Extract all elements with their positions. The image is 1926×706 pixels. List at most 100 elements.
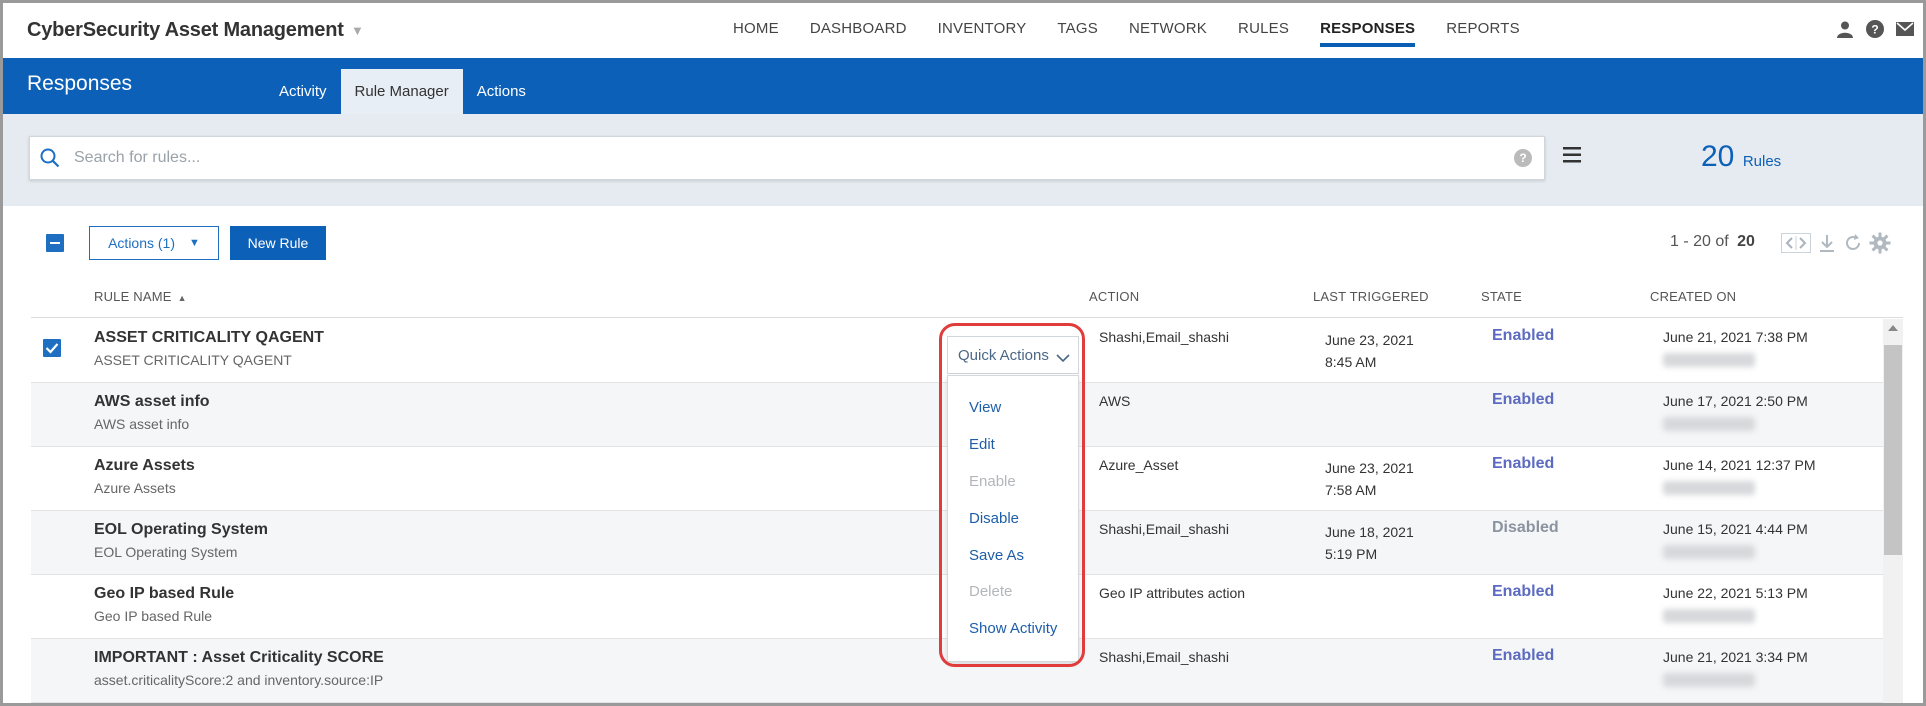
rule-action: Shashi,Email_shashi	[1099, 329, 1229, 345]
nav-reports[interactable]: REPORTS	[1446, 3, 1520, 58]
actions-dropdown-button[interactable]: Actions (1) ▼	[89, 226, 219, 260]
redacted-creator	[1663, 673, 1755, 687]
table-header: RULE NAME ▲ ACTION LAST TRIGGERED STATE C…	[31, 287, 1903, 318]
rules-count-label: Rules	[1742, 153, 1782, 170]
search-input[interactable]	[74, 137, 1474, 179]
column-rule-name[interactable]: RULE NAME ▲	[94, 289, 187, 304]
main-nav: HOME DASHBOARD INVENTORY TAGS NETWORK RU…	[733, 3, 1551, 58]
rule-state: Enabled	[1492, 455, 1555, 472]
rule-state: Enabled	[1492, 583, 1555, 600]
tab-actions[interactable]: Actions	[463, 69, 540, 114]
tab-rule-manager[interactable]: Rule Manager	[340, 69, 463, 114]
settings-gear-icon[interactable]	[1869, 232, 1891, 259]
rule-description: Azure Assets	[94, 480, 176, 496]
rule-action: Shashi,Email_shashi	[1099, 521, 1229, 537]
menu-item-disable[interactable]: Disable	[969, 510, 1019, 527]
redacted-creator	[1663, 545, 1755, 559]
rule-last-triggered: June 23, 2021 8:45 AM	[1325, 332, 1414, 370]
redacted-creator	[1663, 481, 1755, 495]
rule-description: Geo IP based Rule	[94, 608, 213, 624]
app-title: CyberSecurity Asset Management	[27, 19, 344, 41]
rule-state: Enabled	[1492, 391, 1555, 408]
pagination-range: 1 - 20 of	[1670, 233, 1729, 250]
app-switcher-caret-icon[interactable]: ▼	[351, 23, 364, 38]
menu-item-edit[interactable]: Edit	[969, 436, 995, 453]
section-header: Responses Activity Rule Manager Actions	[3, 58, 1923, 114]
column-action[interactable]: ACTION	[1089, 289, 1139, 304]
rule-last-triggered: June 18, 2021 5:19 PM	[1325, 524, 1414, 562]
nav-tags[interactable]: TAGS	[1057, 3, 1098, 58]
column-state[interactable]: STATE	[1481, 289, 1522, 304]
rule-description: asset.criticalityScore:2 and inventory.s…	[94, 672, 384, 688]
search-help-icon[interactable]: ?	[1514, 149, 1532, 167]
chevron-down-icon	[1056, 350, 1070, 367]
top-bar: CyberSecurity Asset Management ▼ HOME DA…	[3, 3, 1923, 58]
new-rule-button[interactable]: New Rule	[230, 226, 326, 260]
nav-responses[interactable]: RESPONSES	[1320, 3, 1416, 58]
rule-state: Disabled	[1492, 519, 1559, 536]
top-icons: ?	[1835, 19, 1915, 39]
rule-name[interactable]: ASSET CRITICALITY QAGENT	[94, 329, 324, 347]
nav-dashboard[interactable]: DASHBOARD	[810, 3, 907, 58]
rule-action: Shashi,Email_shashi	[1099, 649, 1229, 665]
tab-activity[interactable]: Activity	[265, 69, 341, 114]
search-box: ?	[29, 136, 1545, 180]
menu-item-delete: Delete	[969, 583, 1013, 600]
rule-created-on: June 21, 2021 3:34 PM	[1663, 649, 1808, 665]
rule-name[interactable]: AWS asset info	[94, 393, 210, 411]
refresh-icon[interactable]	[1843, 233, 1863, 258]
rule-action: Geo IP attributes action	[1099, 585, 1246, 601]
quick-actions-menu: View Edit Enable Disable Save As Delete …	[947, 375, 1079, 662]
vertical-scrollbar[interactable]	[1883, 319, 1903, 703]
app-window: CyberSecurity Asset Management ▼ HOME DA…	[0, 0, 1926, 706]
download-icon[interactable]	[1817, 233, 1837, 258]
nav-inventory[interactable]: INVENTORY	[938, 3, 1027, 58]
rules-count: 20 Rules	[1701, 140, 1781, 174]
nav-network[interactable]: NETWORK	[1129, 3, 1207, 58]
rules-count-number: 20	[1701, 140, 1735, 173]
page-nav-icon[interactable]	[1781, 233, 1811, 258]
column-last-triggered[interactable]: LAST TRIGGERED	[1313, 289, 1429, 304]
menu-item-enable: Enable	[969, 473, 1016, 490]
search-band: ? 20 Rules	[3, 114, 1923, 206]
rule-name[interactable]: IMPORTANT : Asset Criticality SCORE	[94, 649, 384, 667]
user-icon[interactable]	[1835, 19, 1855, 39]
menu-item-view[interactable]: View	[969, 399, 1001, 416]
help-icon[interactable]: ?	[1865, 19, 1885, 39]
rule-created-on: June 15, 2021 4:44 PM	[1663, 521, 1808, 537]
menu-item-save-as[interactable]: Save As	[969, 547, 1024, 564]
rule-description: AWS asset info	[94, 416, 190, 432]
redacted-creator	[1663, 353, 1755, 367]
rule-name[interactable]: Geo IP based Rule	[94, 585, 234, 603]
rule-name[interactable]: EOL Operating System	[94, 521, 268, 539]
rule-description: EOL Operating System	[94, 544, 238, 560]
row-checkbox-checked[interactable]	[43, 339, 61, 357]
nav-rules[interactable]: RULES	[1238, 3, 1289, 58]
section-title: Responses	[27, 72, 133, 95]
rule-name[interactable]: Azure Assets	[94, 457, 195, 475]
section-tabs: Activity Rule Manager Actions	[265, 69, 540, 114]
search-icon	[40, 148, 60, 173]
mail-icon[interactable]	[1895, 19, 1915, 39]
scrollbar-thumb[interactable]	[1884, 345, 1902, 555]
dropdown-caret-icon: ▼	[189, 237, 200, 249]
rule-created-on: June 14, 2021 12:37 PM	[1663, 457, 1816, 473]
redacted-creator	[1663, 417, 1755, 431]
rule-action: Azure_Asset	[1099, 457, 1179, 473]
scroll-up-arrow-icon[interactable]	[1888, 325, 1898, 331]
rule-last-triggered: June 23, 2021 7:58 AM	[1325, 460, 1414, 498]
rule-state: Enabled	[1492, 327, 1555, 344]
quick-actions-dropdown[interactable]: Quick Actions	[947, 336, 1079, 374]
rule-action: AWS	[1099, 393, 1131, 409]
actions-button-label: Actions (1)	[108, 235, 176, 251]
hamburger-menu-icon[interactable]	[1563, 147, 1581, 168]
pagination-info: 1 - 20 of 20	[1670, 233, 1755, 251]
menu-item-show-activity[interactable]: Show Activity	[969, 620, 1057, 637]
rule-state: Enabled	[1492, 647, 1555, 664]
column-created-on[interactable]: CREATED ON	[1650, 289, 1736, 304]
nav-home[interactable]: HOME	[733, 3, 779, 58]
pagination-total: 20	[1737, 233, 1755, 250]
rule-created-on: June 22, 2021 5:13 PM	[1663, 585, 1808, 601]
select-all-checkbox[interactable]	[46, 234, 64, 252]
table-tools	[1781, 232, 1891, 259]
